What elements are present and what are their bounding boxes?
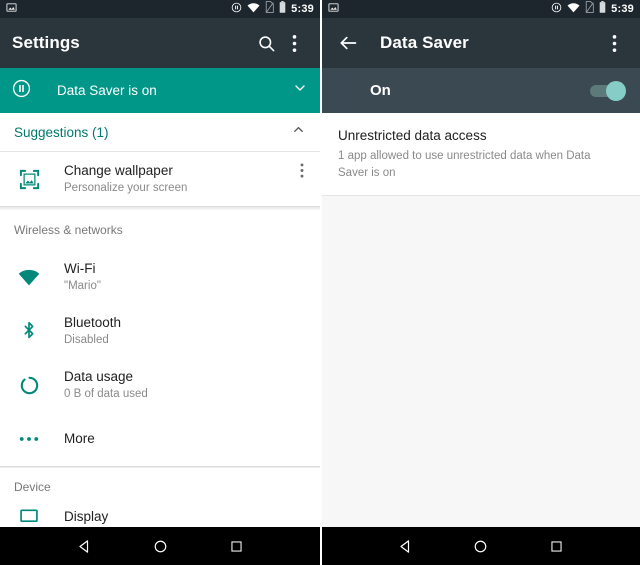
settings-item-title: Wi-Fi [64, 260, 96, 276]
settings-item-text: Bluetooth Disabled [64, 314, 121, 349]
data-saver-toggle-row[interactable]: On [322, 68, 640, 113]
page-title: Data Saver [380, 33, 469, 52]
left-phone-screen: 5:39 Settings Data Saver is on Suggestio… [0, 0, 320, 565]
data-usage-icon [14, 375, 44, 396]
image-icon [6, 0, 17, 18]
battery-icon [599, 0, 606, 18]
display-icon [14, 507, 44, 527]
navigation-bar [322, 527, 640, 565]
settings-item-subtitle: 0 B of data used [64, 387, 148, 400]
settings-item-title: Bluetooth [64, 314, 122, 330]
settings-item-text: Data usage 0 B of data used [64, 368, 148, 403]
settings-item-subtitle: Disabled [64, 333, 109, 346]
bluetooth-icon [14, 320, 44, 342]
settings-item-text: More [64, 430, 95, 448]
settings-item-title: Display [64, 508, 109, 524]
data-saver-pause-icon [12, 79, 31, 103]
home-button[interactable] [464, 529, 498, 563]
suggestion-title: Change wallpaper [64, 162, 173, 178]
toggle-label: On [370, 82, 391, 99]
section-header-wireless: Wireless & networks [14, 223, 123, 237]
suggestion-text: Change wallpaper Personalize your screen [64, 162, 187, 197]
navigation-bar [0, 527, 320, 565]
wifi-icon [247, 0, 260, 18]
search-icon[interactable] [252, 29, 280, 57]
settings-item-text: Wi-Fi "Mario" [64, 260, 101, 295]
data-saver-icon [231, 0, 242, 18]
overflow-menu-icon[interactable] [600, 29, 628, 57]
no-sim-icon [585, 0, 594, 18]
wifi-icon [14, 268, 44, 287]
preference-unrestricted-data-access[interactable]: Unrestricted data access 1 app allowed t… [322, 113, 640, 196]
settings-item-text: Display [64, 508, 108, 526]
no-sim-icon [265, 0, 274, 18]
settings-list: Suggestions (1) Change wallpaper Persona… [0, 113, 320, 527]
data-saver-banner-text: Data Saver is on [57, 83, 157, 98]
settings-item-display[interactable]: Display [0, 507, 320, 527]
data-saver-content: Unrestricted data access 1 app allowed t… [322, 113, 640, 527]
data-saver-switch[interactable] [590, 80, 626, 101]
status-bar-notifications [328, 0, 339, 18]
suggestion-subtitle: Personalize your screen [64, 181, 188, 194]
preference-subtitle: 1 app allowed to use unrestricted data w… [338, 149, 591, 179]
status-bar-notifications [6, 0, 17, 18]
right-phone-screen: 5:39 Data Saver On Unrestricted data acc… [320, 0, 640, 565]
settings-item-title: Data usage [64, 368, 134, 384]
switch-thumb [606, 80, 626, 101]
status-bar: 5:39 [322, 0, 640, 18]
page-title: Settings [12, 33, 80, 52]
empty-area [322, 196, 640, 527]
settings-item-title: More [64, 430, 95, 446]
data-saver-banner[interactable]: Data Saver is on [0, 68, 320, 113]
recents-button[interactable] [539, 529, 573, 563]
settings-item-more[interactable]: More [0, 412, 320, 466]
suggestions-header[interactable]: Suggestions (1) [0, 113, 320, 151]
back-button[interactable] [389, 529, 423, 563]
image-icon [328, 0, 339, 18]
wifi-icon [567, 0, 580, 18]
settings-toolbar: Settings [0, 18, 320, 68]
status-bar-icons: 5:39 [231, 0, 314, 18]
overflow-menu-icon[interactable] [280, 29, 308, 57]
data-saver-toolbar: Data Saver [322, 18, 640, 68]
preference-title: Unrestricted data access [338, 128, 487, 143]
dual-screenshot-container: 5:39 Settings Data Saver is on Suggestio… [0, 0, 640, 565]
recents-button[interactable] [219, 529, 253, 563]
home-button[interactable] [143, 529, 177, 563]
suggestion-item-change-wallpaper[interactable]: Change wallpaper Personalize your screen [0, 152, 320, 206]
suggestions-title: Suggestions (1) [14, 124, 109, 140]
settings-item-bluetooth[interactable]: Bluetooth Disabled [0, 304, 320, 358]
wallpaper-icon [14, 168, 44, 191]
battery-icon [279, 0, 286, 18]
settings-item-data-usage[interactable]: Data usage 0 B of data used [0, 358, 320, 412]
status-bar: 5:39 [0, 0, 320, 18]
back-button[interactable] [67, 529, 101, 563]
status-bar-time: 5:39 [611, 2, 634, 15]
settings-item-subtitle: "Mario" [64, 279, 101, 292]
chevron-up-icon[interactable] [291, 122, 306, 142]
section-header-device: Device [14, 480, 51, 494]
back-arrow-icon[interactable] [334, 29, 362, 57]
overflow-menu-icon[interactable] [296, 162, 308, 184]
chevron-down-icon[interactable] [292, 80, 308, 101]
data-saver-icon [551, 0, 562, 18]
more-dots-icon [14, 436, 44, 442]
status-bar-time: 5:39 [291, 2, 314, 15]
status-bar-icons: 5:39 [551, 0, 634, 18]
settings-item-wifi[interactable]: Wi-Fi "Mario" [0, 250, 320, 304]
